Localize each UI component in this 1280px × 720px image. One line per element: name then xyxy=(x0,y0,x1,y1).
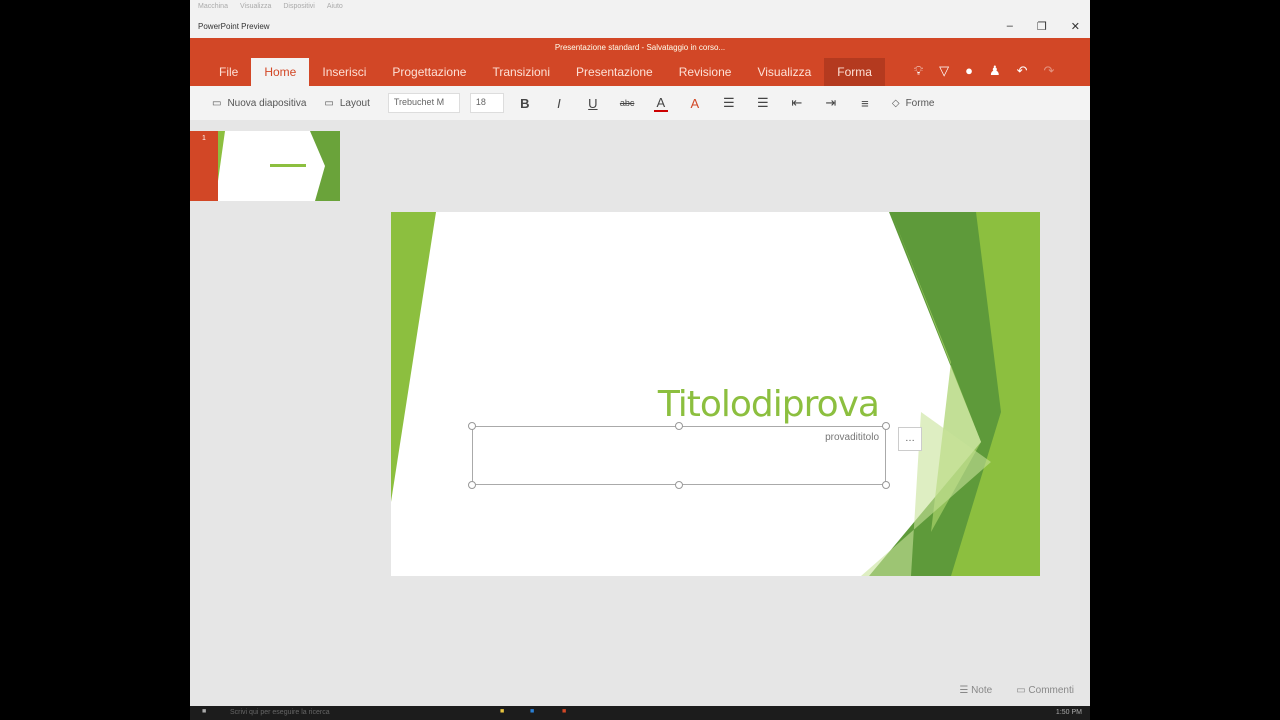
taskbar-search[interactable]: Scrivi qui per eseguire la ricerca xyxy=(230,709,330,716)
store-icon[interactable]: ■ xyxy=(530,708,534,715)
emoji-icon[interactable]: ● xyxy=(965,63,973,79)
start-icon[interactable]: ■ xyxy=(202,708,206,715)
new-slide-button[interactable]: ▭ Nuova diapositiva xyxy=(212,98,306,109)
menu-view[interactable]: Visualizza xyxy=(240,3,271,11)
resize-handle[interactable] xyxy=(675,422,683,430)
powerpoint-icon[interactable]: ■ xyxy=(562,708,566,715)
close-button[interactable]: ✕ xyxy=(1071,20,1080,33)
slide-thumbnail[interactable]: 1 xyxy=(190,131,340,201)
document-title: Presentazione standard - Salvataggio in … xyxy=(554,43,726,52)
shapes-label: Forme xyxy=(905,97,935,109)
resize-handle[interactable] xyxy=(882,422,890,430)
tab-shape[interactable]: Forma xyxy=(824,58,885,86)
share-icon[interactable]: ♟ xyxy=(989,63,1001,79)
minimize-button[interactable]: – xyxy=(1007,20,1013,33)
more-options-button[interactable]: … xyxy=(898,427,922,451)
home-toolbar: ▭ Nuova diapositiva ▭ Layout Trebuchet M 1… xyxy=(190,86,1090,120)
shapes-icon: ◇ xyxy=(891,97,900,109)
new-slide-label: Nuova diapositiva xyxy=(227,97,307,109)
increase-indent-icon[interactable]: ⇥ xyxy=(824,95,838,111)
clock: 1:50 PM xyxy=(1055,709,1082,716)
redo-icon[interactable]: ↷ xyxy=(1044,63,1055,79)
comments-button[interactable]: ▭ Commenti xyxy=(1016,685,1074,696)
taskbar: ■ Scrivi qui per eseguire la ricerca ■ ■… xyxy=(190,706,1090,720)
resize-handle[interactable] xyxy=(675,481,683,489)
resize-handle[interactable] xyxy=(468,422,476,430)
layout-button[interactable]: ▭ Layout xyxy=(324,98,369,109)
font-size-input[interactable]: 18 xyxy=(469,93,504,113)
slide-title[interactable]: Titolodiprova xyxy=(658,384,880,425)
menu-help[interactable]: Aiuto xyxy=(327,3,343,11)
ribbon: Presentazione standard - Salvataggio in … xyxy=(190,38,1090,86)
tab-insert[interactable]: Inserisci xyxy=(309,58,379,86)
menu-devices[interactable]: Dispositivi xyxy=(283,3,315,11)
tab-design[interactable]: Progettazione xyxy=(379,58,479,86)
powerpoint-window: Macchina Visualizza Dispositivi Aiuto Po… xyxy=(190,0,1090,720)
app-title: PowerPoint Preview xyxy=(198,22,270,31)
tab-slideshow[interactable]: Presentazione xyxy=(563,58,666,86)
strikethrough-button[interactable]: abc xyxy=(620,98,635,108)
slide-canvas[interactable]: Titolodiprova provadititolo … xyxy=(391,212,1040,576)
tab-home[interactable]: Home xyxy=(251,58,310,86)
tab-view[interactable]: Visualizza xyxy=(744,58,824,86)
slide-subtitle: provadititolo xyxy=(825,432,879,443)
layout-icon: ▭ xyxy=(324,97,334,109)
layout-label: Layout xyxy=(339,97,370,109)
font-name-input[interactable]: Trebuchet M xyxy=(387,93,460,113)
font-color-button[interactable]: A xyxy=(653,95,668,112)
tab-review[interactable]: Revisione xyxy=(666,58,745,86)
menu-machine[interactable]: Macchina xyxy=(198,3,228,11)
file-explorer-icon[interactable]: ■ xyxy=(500,708,504,715)
shapes-button[interactable]: ◇ Forme xyxy=(892,98,935,109)
undo-icon[interactable]: ↶ xyxy=(1017,63,1028,79)
comments-label: Commenti xyxy=(1028,685,1074,696)
maximize-button[interactable]: ❐ xyxy=(1037,20,1047,33)
title-bar: PowerPoint Preview – ❐ ✕ xyxy=(190,14,1090,38)
decrease-indent-icon[interactable]: ⇤ xyxy=(790,95,804,111)
clear-formatting-button[interactable]: A xyxy=(688,96,702,111)
resize-handle[interactable] xyxy=(468,481,476,489)
notes-label: Note xyxy=(971,685,993,696)
underline-button[interactable]: U xyxy=(586,96,600,111)
notes-button[interactable]: ☰ Note xyxy=(959,685,992,696)
italic-button[interactable]: I xyxy=(552,96,566,111)
align-icon[interactable]: ≡ xyxy=(858,96,872,111)
status-bar: ☰ Note ▭ Commenti xyxy=(959,685,1074,696)
tab-transitions[interactable]: Transizioni xyxy=(479,58,563,86)
lightbulb-icon[interactable]: 💡︎ xyxy=(914,63,923,79)
tab-file[interactable]: File xyxy=(206,58,251,86)
new-slide-icon: ▭ xyxy=(212,97,222,109)
vm-menu-bar: Macchina Visualizza Dispositivi Aiuto xyxy=(190,0,1090,14)
bullets-icon[interactable]: ☰ xyxy=(722,95,736,111)
thumbnail-graphic xyxy=(218,131,340,201)
bold-button[interactable]: B xyxy=(518,96,532,111)
numbering-icon[interactable]: ☰ xyxy=(756,95,770,111)
resize-handle[interactable] xyxy=(882,481,890,489)
presenter-icon[interactable]: ▽ xyxy=(939,63,949,79)
subtitle-textbox[interactable]: provadititolo xyxy=(468,422,890,489)
